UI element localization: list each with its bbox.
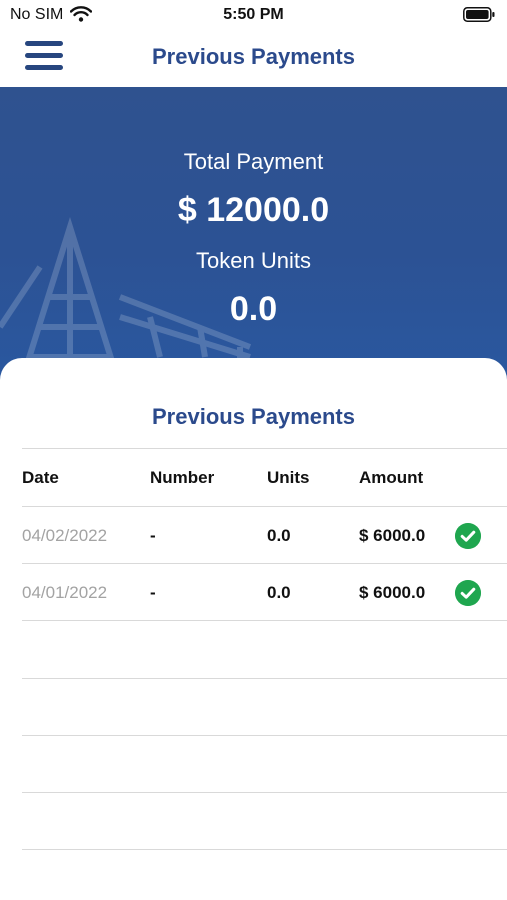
token-units-label: Token Units xyxy=(196,248,311,273)
check-circle-icon xyxy=(455,523,481,549)
payment-number: - xyxy=(150,526,156,545)
column-header-number: Number xyxy=(150,468,215,487)
section-title: Previous Payments xyxy=(152,404,355,429)
payment-number: - xyxy=(150,583,156,602)
table-header: Date Number Units Amount xyxy=(0,449,507,506)
payments-card: Previous Payments Date Number Units Amou… xyxy=(0,358,507,900)
column-header-units: Units xyxy=(267,468,310,487)
nav-bar: Previous Payments xyxy=(0,30,507,87)
divider xyxy=(22,849,507,850)
status-bar: No SIM 5:50 PM xyxy=(0,0,507,30)
payment-summary-banner: Total Payment $ 12000.0 Token Units 0.0 xyxy=(0,87,507,387)
token-units-value: 0.0 xyxy=(229,290,278,328)
column-header-date: Date xyxy=(22,468,59,487)
divider xyxy=(22,735,507,736)
divider xyxy=(22,792,507,793)
payment-amount: $ 6000.0 xyxy=(359,583,426,602)
table-row[interactable]: 04/02/2022 - 0.0 $ 6000.0 xyxy=(0,507,507,564)
check-circle-icon xyxy=(455,580,481,606)
column-header-amount: Amount xyxy=(359,468,424,487)
payment-amount: $ 6000.0 xyxy=(359,526,426,545)
divider xyxy=(22,678,507,679)
clock: 5:50 PM xyxy=(223,6,284,23)
payment-units: 0.0 xyxy=(267,583,291,602)
payment-date: 04/01/2022 xyxy=(22,583,108,602)
page-title: Previous Payments xyxy=(152,44,355,69)
divider xyxy=(22,620,507,621)
battery-icon xyxy=(463,7,495,22)
total-payment-label: Total Payment xyxy=(183,149,324,174)
payment-units: 0.0 xyxy=(267,526,291,545)
table-row[interactable]: 04/01/2022 - 0.0 $ 6000.0 xyxy=(0,564,507,621)
total-payment-value: $ 12000.0 xyxy=(177,191,330,229)
payment-date: 04/02/2022 xyxy=(22,526,108,545)
